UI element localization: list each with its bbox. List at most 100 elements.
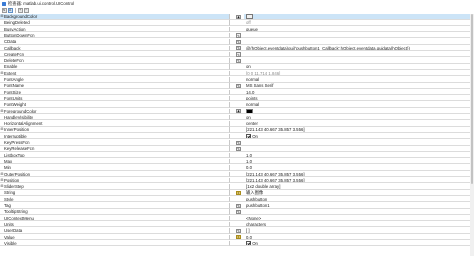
edit-button[interactable]: ✎: [236, 46, 241, 51]
scrollbar-thumb[interactable]: [470, 14, 474, 184]
property-row[interactable]: FontWeight normal: [0, 102, 470, 108]
edit-button[interactable]: ✎: [236, 58, 241, 64]
property-value-cell[interactable]: [1x2 double array]: [244, 184, 470, 190]
property-value-cell[interactable]: [244, 14, 470, 20]
property-value-cell[interactable]: [244, 209, 470, 215]
property-value-cell[interactable]: pushbutton1: [244, 203, 470, 209]
property-value-cell[interactable]: [244, 33, 470, 39]
property-row[interactable]: ⊞ Position [221.143 40.667 35.857 3.556]: [0, 177, 470, 184]
expand-icon[interactable]: ⊞: [1, 172, 4, 177]
edit-button[interactable]: ✎: [236, 140, 241, 145]
property-value-cell[interactable]: [221.143 40.667 35.857 3.556]: [244, 172, 470, 178]
property-value-cell[interactable]: [ ]: [244, 228, 470, 234]
property-value-cell[interactable]: MS Sans Serif: [244, 83, 470, 89]
property-row[interactable]: ⊞ InnerPosition [221.143 40.667 35.857 3.5…: [0, 127, 470, 133]
property-value-cell[interactable]: 14.0: [244, 90, 470, 96]
property-value-cell[interactable]: On: [244, 134, 470, 140]
property-value-cell[interactable]: 1.0: [244, 159, 470, 165]
property-row[interactable]: TooltipString ✎: [0, 209, 470, 215]
edit-button[interactable]: ✎: [236, 209, 241, 215]
property-row[interactable]: String ≡ 输入图像: [0, 190, 470, 196]
property-value-cell[interactable]: 0.0: [244, 165, 470, 171]
property-value-cell[interactable]: on: [244, 64, 470, 70]
property-checkbox[interactable]: [246, 241, 252, 246]
property-value-cell[interactable]: normal: [244, 77, 470, 83]
property-row[interactable]: Visible On: [0, 240, 470, 247]
edit-button[interactable]: ✎: [236, 39, 241, 45]
property-row[interactable]: Callback ✎ @(hObject,eventdata)gui('pushbu…: [0, 45, 470, 52]
vertical-scrollbar[interactable]: [470, 14, 474, 256]
property-row[interactable]: Interruptible On: [0, 133, 470, 140]
property-row[interactable]: FontSize 14.0: [0, 89, 470, 96]
property-row[interactable]: BeingDeleted off: [0, 20, 470, 26]
property-value-cell[interactable]: characters: [244, 222, 470, 228]
property-value-cell[interactable]: queue: [244, 27, 470, 33]
property-row[interactable]: Max 1.0: [0, 158, 470, 165]
property-row[interactable]: ⊞ BackgroundColor ◆: [0, 14, 470, 20]
property-row[interactable]: UIContextMenu <None>: [0, 215, 470, 222]
expand-icon[interactable]: ⊞: [1, 14, 4, 19]
property-row[interactable]: CData ✎: [0, 39, 470, 45]
property-row[interactable]: FontUnits points: [0, 95, 470, 102]
property-row[interactable]: HorizontalAlignment center: [0, 121, 470, 127]
property-row[interactable]: FontName ✎ MS Sans Serif: [0, 83, 470, 89]
property-value-cell[interactable]: 0.0: [244, 235, 470, 241]
edit-button[interactable]: ✎: [236, 33, 241, 38]
edit-button[interactable]: ✎: [236, 83, 241, 89]
property-row[interactable]: KeyPressFcn ✎: [0, 140, 470, 146]
property-value-cell[interactable]: [244, 140, 470, 146]
property-row[interactable]: Enable on: [0, 64, 470, 70]
sort-category-button[interactable]: ⇅: [2, 8, 7, 13]
property-value-cell[interactable]: [244, 146, 470, 152]
property-value-cell[interactable]: [244, 108, 470, 115]
property-value-cell[interactable]: off: [244, 20, 470, 26]
property-row[interactable]: CreateFcn ✎: [0, 51, 470, 58]
property-row[interactable]: HandleVisibility on: [0, 114, 470, 121]
property-value-cell[interactable]: [221.143 40.667 35.857 3.556]: [244, 127, 470, 133]
property-value-cell[interactable]: 1.0: [244, 153, 470, 159]
edit-button[interactable]: ✎: [236, 203, 241, 208]
property-row[interactable]: Tag ✎ pushbutton1: [0, 203, 470, 209]
expand-icon[interactable]: ⊞: [1, 71, 4, 76]
property-value-cell[interactable]: center: [244, 121, 470, 127]
expand-all-button[interactable]: +: [18, 8, 23, 13]
expand-icon[interactable]: ⊞: [1, 127, 4, 132]
property-row[interactable]: ListboxTop 1.0: [0, 152, 470, 159]
property-row[interactable]: UserData ✎ [ ]: [0, 228, 470, 234]
property-row[interactable]: KeyReleaseFcn ✎: [0, 146, 470, 152]
property-row[interactable]: Value ≡ 0.0: [0, 234, 470, 241]
property-value-cell[interactable]: on: [244, 115, 470, 121]
property-row[interactable]: DeleteFcn ✎: [0, 58, 470, 64]
property-value-cell[interactable]: [221.143 40.667 35.857 3.556]: [244, 178, 470, 184]
expand-icon[interactable]: ⊞: [1, 184, 4, 189]
property-checkbox[interactable]: [246, 133, 252, 139]
property-value-cell[interactable]: 输入图像: [244, 190, 470, 196]
property-value-cell[interactable]: On: [244, 241, 470, 247]
property-value-cell[interactable]: [244, 39, 470, 45]
color-picker-button[interactable]: ◆: [236, 14, 241, 19]
edit-button[interactable]: ✎: [236, 146, 241, 152]
edit-button[interactable]: ✎: [236, 228, 241, 234]
expand-icon[interactable]: ⊞: [1, 178, 4, 183]
property-value-cell[interactable]: [244, 58, 470, 64]
property-value-cell[interactable]: points: [244, 96, 470, 102]
property-row[interactable]: BusyAction queue: [0, 26, 470, 33]
property-value-cell[interactable]: @(hObject,eventdata)gui('pushbutton1_Cal…: [244, 46, 470, 52]
property-value-cell[interactable]: pushbutton: [244, 197, 470, 203]
property-value-cell[interactable]: [0 0 11.714 1.846]: [244, 71, 470, 77]
color-picker-button[interactable]: ◆: [236, 109, 241, 114]
property-row[interactable]: Style pushbutton: [0, 196, 470, 203]
property-row[interactable]: ⊞ OuterPosition [221.143 40.667 35.857 3.5…: [0, 171, 470, 178]
property-row[interactable]: ⊞ ForegroundColor ◆: [0, 108, 470, 115]
edit-button[interactable]: ✎: [236, 52, 241, 57]
property-row[interactable]: ⊞ Extent [0 0 11.714 1.846]: [0, 70, 470, 77]
property-value-cell[interactable]: normal: [244, 102, 470, 108]
property-row[interactable]: ⊞ SliderStep [1x2 double array]: [0, 184, 470, 190]
text-editor-button[interactable]: ≡: [236, 190, 241, 196]
property-value-cell[interactable]: <None>: [244, 216, 470, 222]
property-value-cell[interactable]: [244, 52, 470, 58]
text-editor-button[interactable]: ≡: [236, 235, 241, 240]
property-row[interactable]: Min 0.0: [0, 165, 470, 171]
property-row[interactable]: ButtonDownFcn ✎: [0, 32, 470, 39]
property-row[interactable]: FontAngle normal: [0, 77, 470, 83]
